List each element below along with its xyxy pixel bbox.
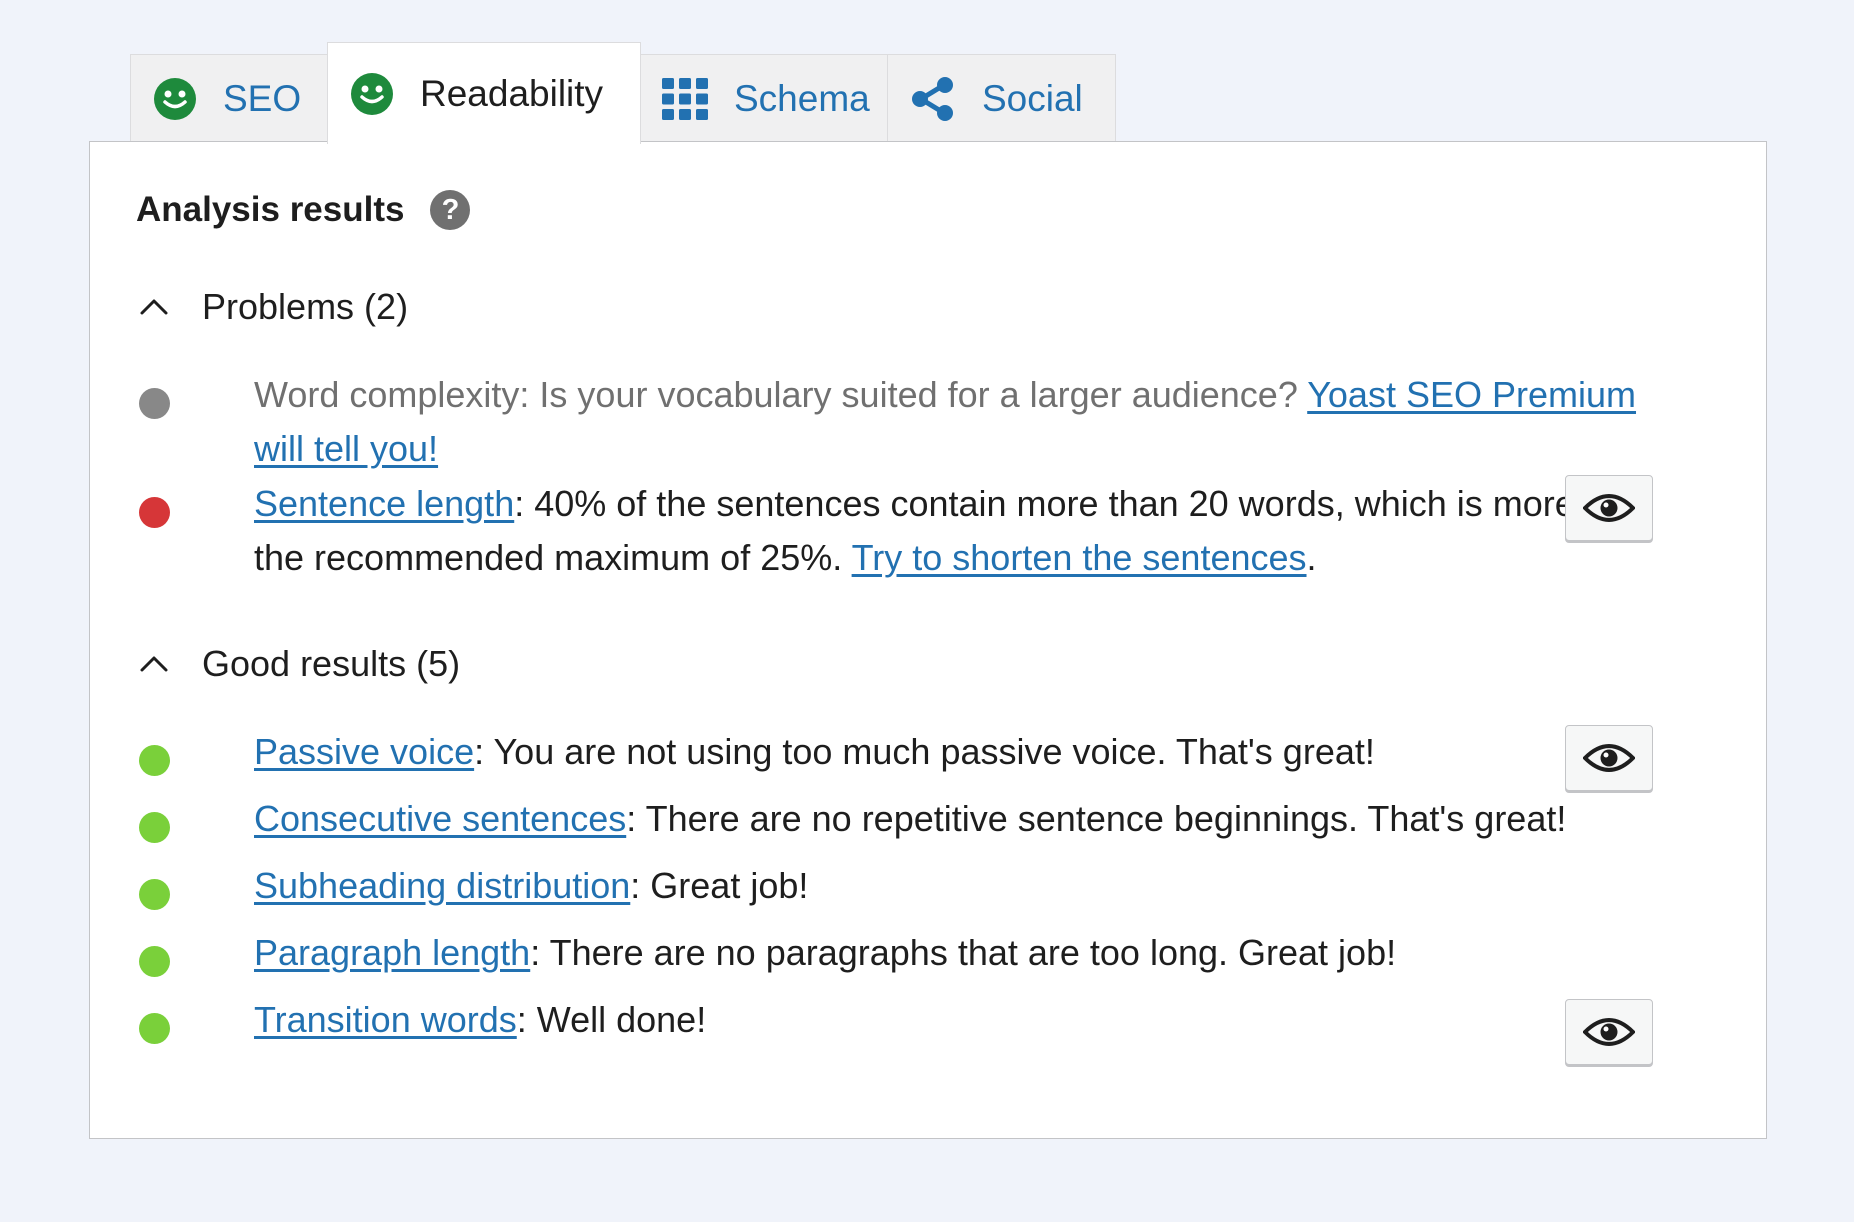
result-item: Paragraph length: There are no paragraph… bbox=[139, 930, 1699, 990]
result-text: Word complexity: Is your vocabulary suit… bbox=[254, 368, 1674, 476]
result-text: Sentence length: 40% of the sentences co… bbox=[254, 477, 1674, 585]
result-text: Consecutive sentences: There are no repe… bbox=[254, 792, 1774, 846]
good-results-label: Good results (5) bbox=[202, 643, 461, 684]
subheading-distribution-link[interactable]: Subheading distribution bbox=[254, 865, 630, 906]
chevron-up-icon bbox=[140, 656, 168, 672]
consecutive-sentences-link[interactable]: Consecutive sentences bbox=[254, 798, 626, 839]
result-description: : There are no repetitive sentence begin… bbox=[626, 798, 1567, 839]
result-item: Consecutive sentences: There are no repe… bbox=[139, 796, 1699, 856]
result-item: Word complexity: Is your vocabulary suit… bbox=[139, 372, 1699, 482]
status-bullet-green bbox=[139, 1013, 170, 1044]
eye-icon bbox=[1583, 744, 1635, 772]
sentence-length-link[interactable]: Sentence length bbox=[254, 483, 514, 524]
result-description: : Well done! bbox=[516, 999, 707, 1040]
help-icon[interactable]: ? bbox=[430, 190, 471, 230]
status-bullet-green bbox=[139, 745, 170, 776]
smiley-face-icon bbox=[153, 77, 197, 121]
result-suffix: . bbox=[1306, 537, 1317, 578]
result-item: Transition words: Well done! bbox=[139, 997, 1699, 1065]
result-item: Sentence length: 40% of the sentences co… bbox=[139, 475, 1699, 591]
highlight-eye-button[interactable] bbox=[1565, 725, 1653, 791]
result-text: Subheading distribution: Great job! bbox=[254, 859, 1674, 913]
tab-schema[interactable]: Schema bbox=[639, 54, 889, 142]
result-item: Passive voice: You are not using too muc… bbox=[139, 725, 1699, 791]
analysis-title: Analysis results bbox=[136, 190, 405, 229]
tab-seo[interactable]: SEO bbox=[130, 54, 329, 142]
good-results-toggle[interactable]: Good results (5) bbox=[136, 643, 460, 685]
status-bullet-red bbox=[139, 497, 170, 528]
tab-readability[interactable]: Readability bbox=[327, 42, 641, 144]
result-text: Transition words: Well done! bbox=[254, 993, 1674, 1047]
eye-icon bbox=[1583, 1018, 1635, 1046]
status-bullet-gray bbox=[139, 388, 170, 419]
share-icon bbox=[910, 76, 956, 122]
result-text: Passive voice: You are not using too muc… bbox=[254, 725, 1674, 779]
smiley-face-icon bbox=[350, 72, 394, 116]
highlight-eye-button[interactable] bbox=[1565, 475, 1653, 541]
status-bullet-green bbox=[139, 812, 170, 843]
chevron-up-icon bbox=[140, 299, 168, 315]
grid-icon bbox=[662, 77, 708, 120]
tab-label: SEO bbox=[223, 77, 302, 119]
shorten-sentences-link[interactable]: Try to shorten the sentences bbox=[852, 537, 1307, 578]
eye-icon bbox=[1583, 494, 1635, 522]
paragraph-length-link[interactable]: Paragraph length bbox=[254, 932, 530, 973]
result-item: Subheading distribution: Great job! bbox=[139, 863, 1699, 923]
readability-panel: Analysis results ? Problems (2) Word com… bbox=[89, 141, 1767, 1139]
problems-toggle[interactable]: Problems (2) bbox=[136, 286, 408, 328]
result-description: : You are not using too much passive voi… bbox=[474, 731, 1375, 772]
result-text: Paragraph length: There are no paragraph… bbox=[254, 926, 1674, 980]
problems-label: Problems (2) bbox=[202, 286, 409, 327]
analysis-heading: Analysis results ? bbox=[136, 190, 471, 230]
highlight-eye-button[interactable] bbox=[1565, 999, 1653, 1065]
tab-social[interactable]: Social bbox=[887, 54, 1116, 142]
result-description: : Great job! bbox=[630, 865, 809, 906]
tab-label: Social bbox=[982, 77, 1083, 119]
status-bullet-green bbox=[139, 879, 170, 910]
tab-label: Readability bbox=[420, 72, 604, 114]
transition-words-link[interactable]: Transition words bbox=[254, 999, 517, 1040]
passive-voice-link[interactable]: Passive voice bbox=[254, 731, 474, 772]
tab-label: Schema bbox=[734, 77, 870, 119]
result-description: : There are no paragraphs that are too l… bbox=[530, 932, 1397, 973]
result-description: Word complexity: Is your vocabulary suit… bbox=[254, 374, 1308, 415]
status-bullet-green bbox=[139, 946, 170, 977]
